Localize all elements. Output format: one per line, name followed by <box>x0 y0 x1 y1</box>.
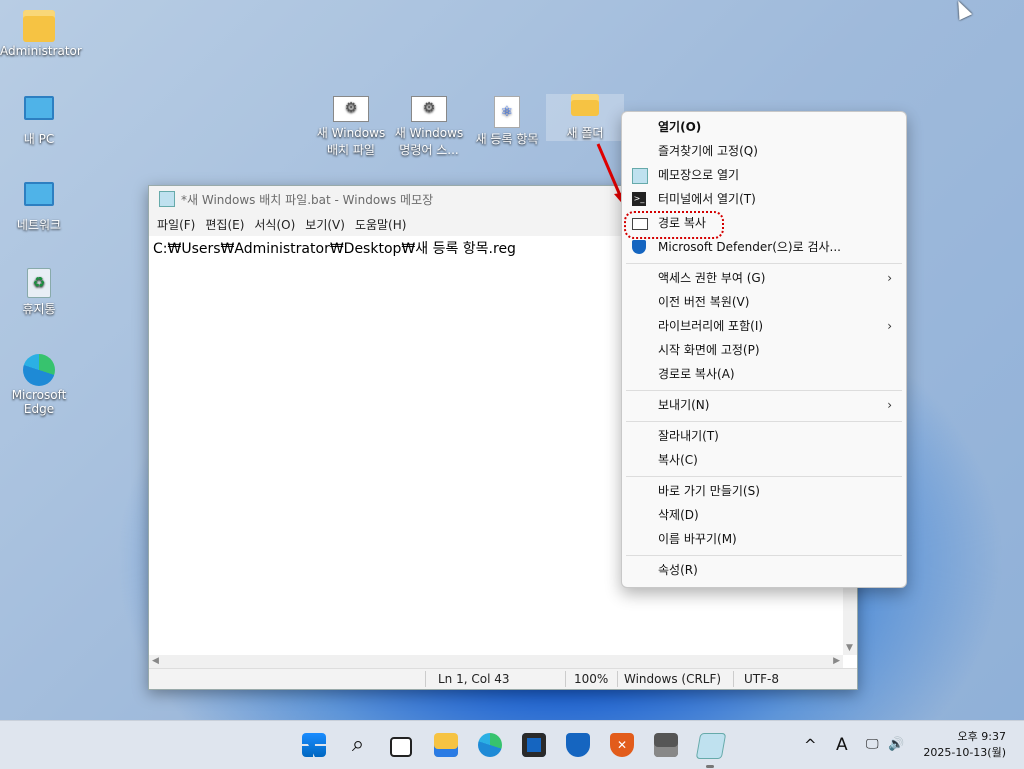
menu-help[interactable]: 도움말(H) <box>351 216 411 233</box>
notepad-icon <box>632 168 648 184</box>
desktop-icon-label: 네트워크 <box>16 218 62 232</box>
defender-icon[interactable] <box>566 733 590 757</box>
menu-item-give-access[interactable]: 액세스 권한 부여 (G) › <box>622 266 906 290</box>
desktop-icon-label: Microsoft Edge <box>11 388 67 416</box>
menu-item-pin-quick-access[interactable]: 즐겨찾기에 고정(Q) <box>622 139 906 163</box>
desktop-file-reg[interactable]: ⚛ 새 등록 항목 <box>468 96 546 147</box>
menu-item-open-notepad[interactable]: 메모장으로 열기 <box>622 163 906 187</box>
desktop-file-cmd[interactable]: ⚙ 새 Windows 명령어 스... <box>390 96 468 158</box>
edge-icon[interactable] <box>478 733 502 757</box>
notepad-title: *새 Windows 배치 파일.bat - Windows 메모장 <box>181 192 434 207</box>
reg-file-icon: ⚛ <box>494 96 520 128</box>
menu-view[interactable]: 보기(V) <box>301 216 349 233</box>
notepad-icon[interactable] <box>695 733 727 759</box>
search-icon[interactable]: ⌕ <box>346 733 370 757</box>
start-icon[interactable] <box>302 733 326 757</box>
status-line-ending: Windows (CRLF) <box>624 672 722 686</box>
desktop-file-label: 새 Windows 배치 파일 <box>316 126 386 157</box>
desktop-file-label: 새 등록 항목 <box>475 132 539 146</box>
clock-time: 오후 9:37 <box>957 730 1006 743</box>
folder-icon <box>571 94 599 116</box>
chevron-right-icon: › <box>887 398 892 412</box>
desktop-icon-administrator[interactable]: Administrator <box>0 10 82 58</box>
menu-format[interactable]: 서식(O) <box>250 216 299 233</box>
menu-edit[interactable]: 편집(E) <box>201 216 248 233</box>
chevron-right-icon: › <box>887 271 892 285</box>
desktop-icon-label: 휴지통 <box>22 302 56 316</box>
menu-item-create-shortcut[interactable]: 바로 가기 만들기(S) <box>622 479 906 503</box>
desktop-icon-network[interactable]: 네트워크 <box>0 182 78 233</box>
task-view-icon[interactable] <box>390 737 412 757</box>
taskbar: ⌕ ✕ ^ A 🖵 🔊 오후 9:37 2025-10-13(월) <box>0 720 1024 769</box>
file-explorer-icon[interactable] <box>434 733 458 757</box>
cmd-file-icon: ⚙ <box>411 96 447 122</box>
menu-item-send-to[interactable]: 보내기(N) › <box>622 393 906 417</box>
scroll-left-icon[interactable]: ◀ <box>152 656 159 666</box>
desktop-icon-edge[interactable]: Microsoft Edge <box>0 354 78 416</box>
desktop-icon-recycle-bin[interactable]: ♻ 휴지통 <box>0 268 78 317</box>
desktop-icon-label: 내 PC <box>23 132 55 146</box>
menu-item-open-terminal[interactable]: >_ 터미널에서 열기(T) <box>622 187 906 211</box>
tray-chevron-icon[interactable]: ^ <box>804 721 817 769</box>
desktop-icon-label: Administrator <box>0 44 82 58</box>
desktop-file-new-folder[interactable]: 새 폴더 <box>546 94 624 141</box>
menu-item-properties[interactable]: 속성(R) <box>622 558 906 582</box>
desktop-file-batch[interactable]: ⚙ 새 Windows 배치 파일 <box>312 96 390 158</box>
horizontal-scrollbar[interactable]: ◀ ▶ <box>149 655 843 669</box>
scroll-right-icon[interactable]: ▶ <box>833 656 840 666</box>
antivirus-icon[interactable]: ✕ <box>610 733 634 757</box>
menu-item-include-library[interactable]: 라이브러리에 포함(I) › <box>622 314 906 338</box>
menu-item-copy-as-path[interactable]: 경로로 복사(A) <box>622 362 906 386</box>
volume-icon[interactable]: 🔊 <box>888 721 904 769</box>
status-zoom: 100% <box>574 672 609 686</box>
mouse-cursor-icon <box>951 0 973 21</box>
printer-icon[interactable] <box>654 733 678 757</box>
clock-date: 2025-10-13(월) <box>923 746 1006 759</box>
chevron-right-icon: › <box>887 319 892 333</box>
status-encoding: UTF-8 <box>744 672 779 686</box>
menu-item-open[interactable]: 열기(O) <box>622 115 906 139</box>
defender-shield-icon <box>632 240 646 254</box>
pc-icon <box>24 96 54 120</box>
highlight-annotation <box>624 211 724 239</box>
context-menu: 열기(O) 즐겨찾기에 고정(Q) 메모장으로 열기 >_ 터미널에서 열기(T… <box>621 111 907 588</box>
store-icon[interactable] <box>522 733 546 757</box>
notepad-statusbar: Ln 1, Col 43 100% Windows (CRLF) UTF-8 <box>149 668 857 689</box>
clock[interactable]: 오후 9:37 2025-10-13(월) <box>923 729 1006 761</box>
network-icon[interactable]: 🖵 <box>866 721 879 769</box>
menu-item-rename[interactable]: 이름 바꾸기(M) <box>622 527 906 551</box>
menu-file[interactable]: 파일(F) <box>153 216 199 233</box>
notepad-icon <box>159 191 175 207</box>
menu-item-copy[interactable]: 복사(C) <box>622 448 906 472</box>
menu-item-pin-start[interactable]: 시작 화면에 고정(P) <box>622 338 906 362</box>
menu-item-delete[interactable]: 삭제(D) <box>622 503 906 527</box>
network-icon <box>24 182 54 206</box>
folder-icon <box>23 10 55 42</box>
batch-file-icon: ⚙ <box>333 96 369 122</box>
desktop-file-label: 새 폴더 <box>566 126 604 140</box>
scroll-down-icon[interactable]: ▼ <box>846 643 853 653</box>
menu-item-cut[interactable]: 잘라내기(T) <box>622 424 906 448</box>
desktop-file-label: 새 Windows 명령어 스... <box>394 126 464 157</box>
desktop-icon-my-pc[interactable]: 내 PC <box>0 96 78 147</box>
ime-indicator[interactable]: A <box>836 721 848 769</box>
edge-icon <box>23 354 55 386</box>
menu-item-restore-versions[interactable]: 이전 버전 복원(V) <box>622 290 906 314</box>
recycle-bin-icon: ♻ <box>27 268 51 298</box>
status-position: Ln 1, Col 43 <box>438 672 510 686</box>
terminal-icon: >_ <box>632 192 646 206</box>
